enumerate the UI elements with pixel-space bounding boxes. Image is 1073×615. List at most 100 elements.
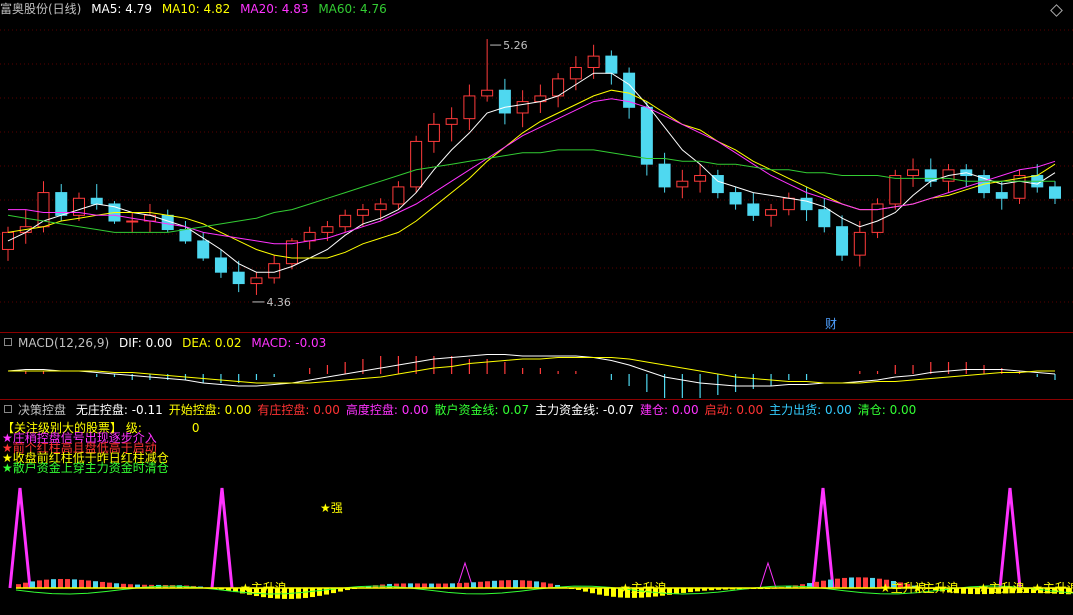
indicator-bar: [821, 580, 826, 588]
candle-body: [658, 163, 671, 188]
candle-body: [427, 123, 440, 142]
signal-spike: [210, 487, 234, 589]
candle-body: [392, 186, 405, 205]
indicator-bar: [100, 581, 105, 588]
indicator-bar: [107, 582, 112, 588]
indicator-bar: [863, 577, 868, 588]
candle-body: [640, 106, 653, 165]
indicator-bar: [471, 582, 476, 588]
indicator-bar: [310, 588, 315, 598]
candle-body: [800, 197, 813, 211]
candle-body: [463, 95, 476, 120]
candle-body: [765, 209, 778, 216]
wave-marker: ★主升浪: [1032, 580, 1073, 595]
indicator-bar: [464, 582, 469, 588]
candlestick-chart[interactable]: 5.26 4.36 财: [0, 0, 1073, 332]
candle-body: [445, 118, 458, 125]
candle-body: [481, 89, 494, 97]
candle-body: [569, 66, 582, 80]
candle-body: [782, 197, 795, 211]
indicator-bar: [492, 580, 497, 588]
indicator-bar: [541, 582, 546, 588]
candle-body: [250, 277, 263, 285]
candle-body: [410, 140, 423, 188]
ma-line-ma5: [7, 72, 1056, 273]
candle-body: [676, 180, 689, 188]
candle-body: [907, 169, 920, 177]
candle-body: [214, 257, 227, 273]
indicator-bar: [961, 588, 966, 594]
indicator-bar: [611, 588, 616, 597]
candle-body: [285, 240, 298, 265]
candle-body: [605, 55, 618, 74]
indicator-bar: [870, 577, 875, 588]
candle-body: [516, 101, 529, 114]
indicator-bar: [37, 580, 42, 588]
indicator-bar: [828, 579, 833, 588]
indicator-bar: [842, 577, 847, 588]
indicator-bar: [93, 581, 98, 588]
wave-marker: ★主升浪: [978, 580, 1025, 595]
wave-marker: ★主升浪: [912, 580, 959, 595]
indicator-bar: [597, 588, 602, 595]
candle-body: [747, 203, 760, 216]
indicator-bar: [674, 588, 679, 594]
signal-spike: [998, 487, 1022, 589]
indicator-bar: [51, 579, 56, 588]
candle-body: [55, 192, 68, 216]
candle-body: [498, 89, 511, 114]
indicator-bar: [303, 588, 308, 598]
indicator-bar: [513, 580, 518, 588]
indicator-bar: [506, 580, 511, 588]
candle-body: [179, 229, 192, 242]
high-price-label: 5.26: [503, 39, 528, 52]
candle-body: [623, 72, 636, 108]
indicator-bar: [856, 577, 861, 588]
indicator-bar: [968, 588, 973, 595]
macd-pane: MACD(12,26,9) DIF: 0.00 DEA: 0.02 MACD: …: [0, 333, 1073, 399]
indicator-bar: [604, 588, 609, 596]
strong-marker: ★强: [320, 501, 343, 515]
price-pane: 富奥股份(日线) MA5: 4.79 MA10: 4.82 MA20: 4.83…: [0, 0, 1073, 332]
cai-marker: 财: [825, 317, 837, 331]
indicator-chart[interactable]: ★强★主升浪 ★主升浪 ★主升浪★主升浪 ★主升浪 ★主升浪: [0, 400, 1073, 615]
signal-spike: [8, 487, 32, 589]
indicator-bar: [86, 580, 91, 588]
candle-body: [871, 203, 884, 233]
candle-body: [818, 209, 831, 228]
indicator-bar: [72, 579, 77, 588]
indicator-bar: [30, 581, 35, 588]
candle-body: [232, 271, 245, 285]
indicator-bar: [79, 579, 84, 588]
candle-body: [694, 175, 707, 182]
dea-line: [8, 357, 1055, 384]
indicator-bar: [527, 580, 532, 588]
candle-body: [836, 226, 849, 256]
candle-body: [356, 209, 369, 216]
indicator-bar: [835, 578, 840, 588]
candle-body: [729, 192, 742, 205]
candle-body: [1048, 186, 1062, 199]
candle-body: [1, 231, 15, 250]
indicator-bar: [324, 588, 329, 595]
macd-chart[interactable]: [0, 333, 1073, 399]
candle-body: [853, 231, 866, 256]
indicator-bar: [499, 580, 504, 588]
wave-marker: ★主升浪: [240, 580, 287, 595]
candle-body: [90, 197, 103, 205]
candle-body: [126, 220, 139, 223]
indicator-pane: 决策控盘 无庄控盘: -0.11 开始控盘: 0.00 有庄控盘: 0.00 高度控盘…: [0, 400, 1073, 615]
candle-body: [339, 214, 352, 228]
candle-body: [197, 240, 210, 259]
indicator-bar: [58, 578, 63, 588]
indicator-bar: [485, 581, 490, 588]
candle-body: [374, 203, 387, 211]
indicator-bar: [849, 577, 854, 588]
indicator-bar: [23, 582, 28, 588]
candle-body: [303, 231, 316, 242]
candle-body: [321, 226, 334, 233]
candle-body: [587, 55, 600, 68]
indicator-bar: [44, 579, 49, 588]
wave-marker: ★主升浪: [620, 580, 667, 595]
indicator-bar: [590, 588, 595, 594]
